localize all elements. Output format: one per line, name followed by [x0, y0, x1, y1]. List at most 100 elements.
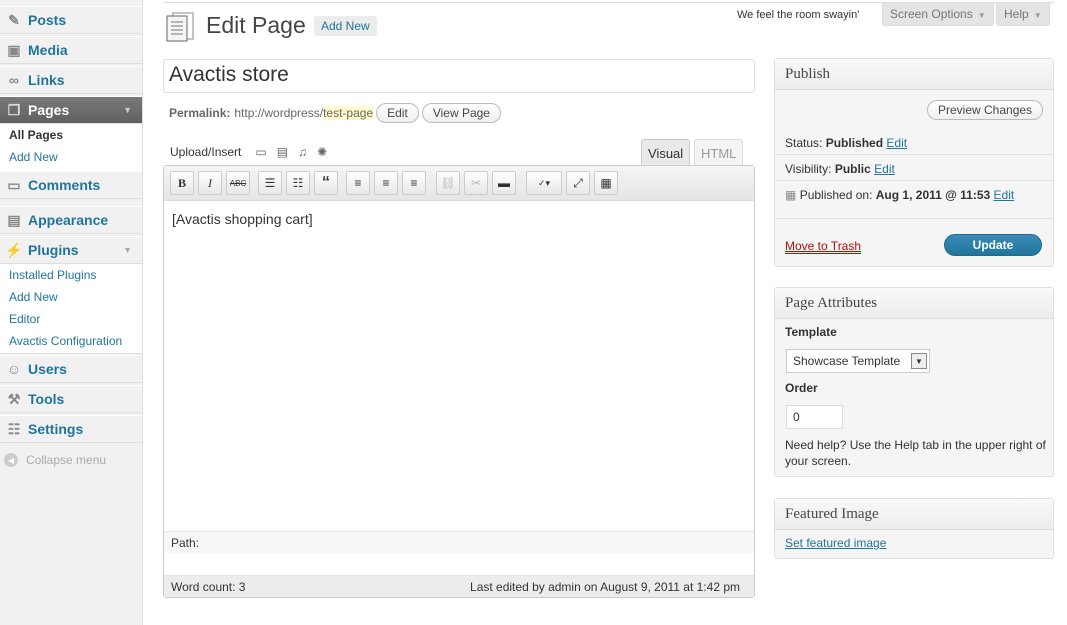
- fullscreen-icon[interactable]: ⤢: [566, 171, 590, 195]
- bold-icon[interactable]: B: [170, 171, 194, 195]
- publish-box: Publish Preview Changes Status: Publishe…: [774, 58, 1054, 267]
- menu-settings-label: Settings: [28, 421, 84, 437]
- edit-permalink-button[interactable]: Edit: [376, 103, 419, 123]
- edit-date-link[interactable]: Edit: [994, 188, 1015, 202]
- kitchen-sink-icon[interactable]: ▦: [594, 171, 618, 195]
- preview-changes-button[interactable]: Preview Changes: [927, 100, 1044, 120]
- align-right-icon[interactable]: ≡: [402, 171, 426, 195]
- expand-arrow-icon[interactable]: ▼: [123, 245, 132, 255]
- add-audio-icon[interactable]: ♫: [298, 145, 307, 159]
- menu-posts[interactable]: ✎ Posts: [0, 6, 142, 34]
- content-editor: B I ABC ☰ ☷ “ ≡ ≡ ≡ ⛓ ✂ ▬ ✓▾ ⤢ ▦ [Avacti…: [163, 165, 755, 598]
- post-title-input[interactable]: Avactis store: [163, 59, 755, 93]
- menu-posts-label: Posts: [28, 12, 67, 28]
- permalink-slug[interactable]: test-page: [323, 106, 374, 120]
- menu-tools[interactable]: ⚒ Tools: [0, 385, 142, 413]
- divider: [775, 180, 1053, 181]
- path-label: Path:: [171, 536, 200, 550]
- menu-pages[interactable]: ❐ Pages ▼: [0, 96, 142, 124]
- update-button[interactable]: Update: [944, 234, 1042, 256]
- edit-visibility-link[interactable]: Edit: [874, 162, 895, 176]
- screen-options-button[interactable]: Screen Options ▼: [882, 3, 994, 26]
- menu-comments[interactable]: ▭ Comments: [0, 171, 142, 199]
- help-button[interactable]: Help ▼: [996, 3, 1050, 26]
- order-label: Order: [785, 381, 818, 395]
- submenu-add-new-page[interactable]: Add New: [0, 146, 142, 168]
- spellcheck-icon[interactable]: ✓▾: [526, 171, 562, 195]
- align-center-icon[interactable]: ≡: [374, 171, 398, 195]
- template-select-value: Showcase Template: [793, 354, 901, 368]
- add-new-page-button[interactable]: Add New: [314, 16, 377, 36]
- set-featured-image-link[interactable]: Set featured image: [785, 536, 886, 550]
- add-image-icon[interactable]: ▭: [255, 145, 266, 159]
- visibility-value: Public: [834, 162, 871, 176]
- menu-users[interactable]: ☺ Users: [0, 355, 142, 383]
- permalink-row: Permalink: http://wordpress/test-page Ed…: [169, 103, 501, 123]
- pin-icon: ✎: [8, 11, 20, 28]
- tab-visual[interactable]: Visual: [641, 139, 691, 166]
- status-row: Status: Published Edit: [785, 136, 907, 150]
- editor-content[interactable]: [Avactis shopping cart]: [164, 201, 754, 237]
- collapse-arrow-icon: ◀: [4, 453, 18, 467]
- edit-status-link[interactable]: Edit: [886, 136, 907, 150]
- menu-comments-label: Comments: [28, 177, 101, 193]
- menu-media[interactable]: ▣ Media: [0, 36, 142, 64]
- insert-link-icon[interactable]: ⛓: [436, 171, 460, 195]
- users-icon: ☺: [6, 361, 22, 377]
- order-input[interactable]: 0: [786, 405, 843, 429]
- submenu-installed-plugins[interactable]: Installed Plugins: [0, 264, 142, 286]
- align-left-icon[interactable]: ≡: [346, 171, 370, 195]
- hello-dolly-text: We feel the room swayin': [737, 9, 860, 21]
- menu-plugins[interactable]: ⚡ Plugins ▼: [0, 236, 142, 264]
- divider: [775, 218, 1053, 219]
- expand-arrow-icon[interactable]: ▼: [123, 105, 132, 115]
- media-icon: ▣: [7, 41, 21, 58]
- submenu-avactis-configuration[interactable]: Avactis Configuration: [0, 330, 142, 352]
- submenu-editor[interactable]: Editor: [0, 308, 142, 330]
- editor-toolbar: B I ABC ☰ ☷ “ ≡ ≡ ≡ ⛓ ✂ ▬ ✓▾ ⤢ ▦: [164, 166, 754, 201]
- calendar-icon: ▦: [785, 188, 797, 202]
- menu-links[interactable]: ∞ Links: [0, 66, 142, 94]
- visibility-row: Visibility: Public Edit: [785, 162, 895, 176]
- menu-appearance[interactable]: ▤ Appearance: [0, 206, 142, 234]
- italic-icon[interactable]: I: [198, 171, 222, 195]
- strikethrough-icon[interactable]: ABC: [226, 171, 250, 195]
- featured-image-title: Featured Image: [775, 499, 1053, 530]
- collapse-menu-label: Collapse menu: [26, 453, 107, 467]
- page-icon: [166, 12, 194, 42]
- submenu-all-pages[interactable]: All Pages: [0, 124, 142, 146]
- link-icon: ∞: [9, 72, 19, 88]
- menu-plugins-label: Plugins: [28, 242, 79, 258]
- menu-users-label: Users: [28, 361, 67, 377]
- tab-html[interactable]: HTML: [694, 139, 744, 166]
- editor-status-bar: Word count: 3 Last edited by admin on Au…: [164, 575, 754, 597]
- published-on-row: ▦ Published on: Aug 1, 2011 @ 11:53 Edit: [785, 188, 1014, 202]
- plugins-submenu: Installed Plugins Add New Editor Avactis…: [0, 264, 142, 354]
- blockquote-icon[interactable]: “: [314, 171, 338, 195]
- pages-icon: ❐: [7, 101, 21, 118]
- add-media-icon[interactable]: ✺: [317, 145, 327, 159]
- add-video-icon[interactable]: ▤: [277, 145, 288, 159]
- path-bar: Path:: [164, 531, 754, 553]
- insert-more-icon[interactable]: ▬: [492, 171, 516, 195]
- submenu-add-new-plugin[interactable]: Add New: [0, 286, 142, 308]
- template-label: Template: [785, 325, 837, 339]
- plug-icon: ⚡: [5, 241, 23, 258]
- select-arrow-icon: ▼: [911, 353, 927, 369]
- template-select[interactable]: Showcase Template ▼: [786, 349, 930, 373]
- collapse-menu[interactable]: ◀ Collapse menu: [4, 453, 106, 467]
- admin-sidebar: ✎ Posts ▣ Media ∞ Links ❐ Pages ▼ All Pages A…: [0, 0, 143, 625]
- menu-settings[interactable]: ☷ Settings: [0, 415, 142, 443]
- unlink-icon[interactable]: ✂: [464, 171, 488, 195]
- upload-insert-label: Upload/Insert: [170, 145, 242, 159]
- menu-media-label: Media: [28, 42, 68, 58]
- published-value: Aug 1, 2011 @ 11:53: [875, 188, 991, 202]
- view-page-button[interactable]: View Page: [421, 103, 501, 123]
- menu-links-label: Links: [28, 72, 65, 88]
- page-title: Edit Page: [206, 12, 306, 38]
- featured-image-box: Featured Image Set featured image: [774, 498, 1054, 559]
- bullet-list-icon[interactable]: ☰: [258, 171, 282, 195]
- upload-insert-bar: Upload/Insert ▭ ▤ ♫ ✺: [170, 145, 327, 159]
- numbered-list-icon[interactable]: ☷: [286, 171, 310, 195]
- move-to-trash-link[interactable]: Move to Trash: [785, 239, 862, 254]
